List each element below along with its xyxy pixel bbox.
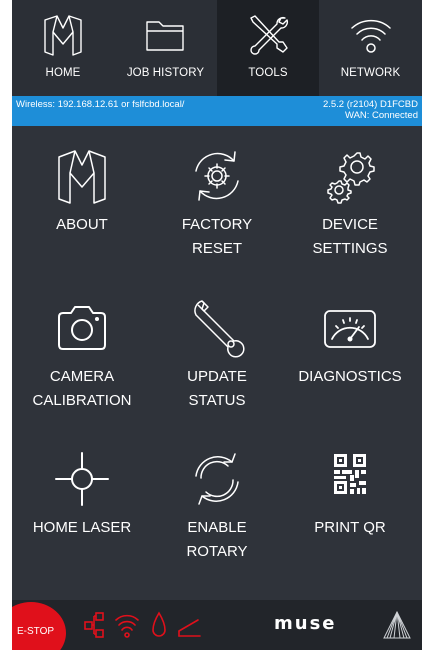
water-drop-icon <box>152 611 166 637</box>
about-button[interactable]: ABOUT <box>22 145 142 237</box>
factory-reset-icon <box>195 151 239 201</box>
home-icon <box>44 15 82 56</box>
lid-icon <box>178 619 201 637</box>
muse-triangle-logo-icon <box>383 610 411 639</box>
print-qr-button[interactable]: PRINT QR <box>290 448 410 540</box>
gauge-icon <box>324 310 376 348</box>
camera-icon <box>58 306 106 350</box>
device-screen: HOME JOB HISTORY TOOLS NETWORK Wireless:… <box>12 0 422 650</box>
wifi-status-icon <box>115 614 139 638</box>
diagnostics-button[interactable]: DIAGNOSTICS <box>290 297 410 389</box>
tab-job-history-label: JOB HISTORY <box>126 67 205 79</box>
estop-button[interactable]: E-STOP <box>12 602 66 650</box>
tab-home-label: HOME <box>45 67 81 79</box>
gears-icon <box>327 152 375 204</box>
wrench-icon <box>194 300 245 358</box>
tab-tools-label: TOOLS <box>248 67 288 79</box>
brand-logo: muse <box>274 613 337 634</box>
muse-logo-icon <box>58 150 106 204</box>
device-settings-label: DEVICE SETTINGS <box>312 216 388 257</box>
factory-reset-label: FACTORY RESET <box>181 216 253 257</box>
tab-network[interactable]: NETWORK <box>319 0 422 96</box>
update-status-button[interactable]: UPDATE STATUS <box>157 297 277 413</box>
firmware-version: 2.5.2 (r2104) D1FCBD <box>322 99 418 110</box>
connection-status-bar: Wireless: 192.168.12.61 or fslfcbd.local… <box>12 96 422 126</box>
tab-job-history[interactable]: JOB HISTORY <box>114 0 217 96</box>
tab-tools[interactable]: TOOLS <box>217 0 319 96</box>
folder-icon <box>145 21 184 51</box>
tab-network-label: NETWORK <box>340 67 401 79</box>
version-info: 2.5.2 (r2104) D1FCBD WAN: Connected <box>323 99 418 121</box>
tools-icon <box>250 15 289 55</box>
home-laser-button[interactable]: HOME LASER <box>22 448 142 540</box>
crosshair-icon <box>55 452 109 506</box>
wifi-icon <box>350 19 391 53</box>
about-label: ABOUT <box>56 216 108 233</box>
bottom-status-bar: E-STOP muse <box>12 600 422 650</box>
home-laser-label: HOME LASER <box>32 519 132 536</box>
diagnostics-label: DIAGNOSTICS <box>298 368 402 385</box>
qr-code-icon <box>334 454 366 494</box>
enable-rotary-label: ENABLE ROTARY <box>186 519 248 560</box>
enable-rotary-button[interactable]: ENABLE ROTARY <box>157 448 277 564</box>
print-qr-label: PRINT QR <box>314 519 386 536</box>
camera-calibration-button[interactable]: CAMERA CALIBRATION <box>22 297 142 413</box>
tab-home[interactable]: HOME <box>12 0 114 96</box>
wan-status: WAN: Connected <box>344 110 418 121</box>
device-settings-button[interactable]: DEVICE SETTINGS <box>290 145 410 261</box>
connection-address: Wireless: 192.168.12.61 or fslfcbd.local… <box>16 99 185 110</box>
factory-reset-button[interactable]: FACTORY RESET <box>157 145 277 261</box>
estop-label: E-STOP <box>17 626 55 637</box>
camera-calibration-label: CAMERA CALIBRATION <box>32 368 132 409</box>
update-status-label: UPDATE STATUS <box>187 368 247 409</box>
network-icon <box>84 612 104 638</box>
top-navigation: HOME JOB HISTORY TOOLS NETWORK <box>12 0 422 96</box>
rotary-icon <box>195 453 239 505</box>
